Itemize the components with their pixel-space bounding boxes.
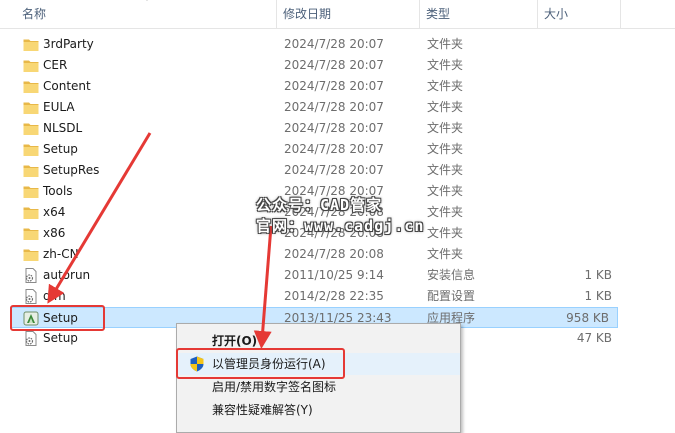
arrow-to-run-as-admin [253, 225, 273, 349]
arrow-to-setup [47, 132, 152, 304]
watermark-line2: 官网：www.cadgj.cn [256, 217, 425, 235]
watermark-line1: 公众号：CAD管家 [256, 196, 383, 214]
